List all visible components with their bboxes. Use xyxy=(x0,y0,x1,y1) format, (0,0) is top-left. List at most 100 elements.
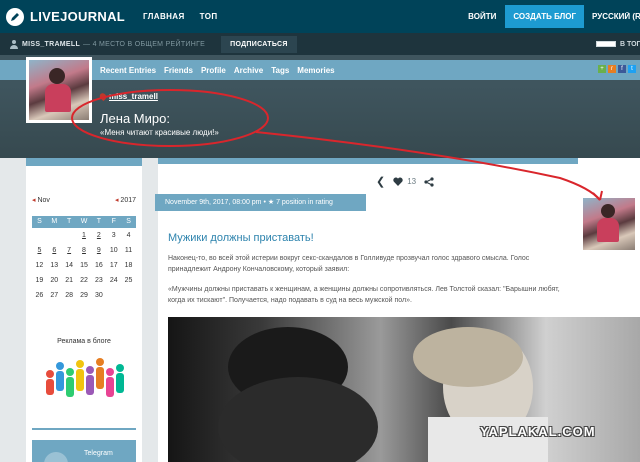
weekday-label: S xyxy=(126,218,131,225)
calendar-day: 28 xyxy=(65,292,74,299)
nav-home[interactable]: ГЛАВНАЯ xyxy=(143,12,185,21)
journal-header: Recent Entries Friends Profile Archive T… xyxy=(0,55,640,158)
twitter-icon[interactable]: t xyxy=(628,65,636,73)
people-figures xyxy=(46,358,124,397)
calendar-day[interactable]: 5 xyxy=(32,245,47,257)
telegram-widget[interactable]: Telegram xyxy=(32,440,136,462)
journal-avatar[interactable] xyxy=(26,57,92,123)
calendar-day[interactable]: 1 xyxy=(77,230,92,242)
post-paragraph-1: Наконец-то, во всей этой истерии вокруг … xyxy=(168,255,530,273)
calendar-day: 14 xyxy=(65,262,74,269)
username-link[interactable]: miss_tramell xyxy=(98,91,158,102)
calendar-day: 23 xyxy=(94,277,103,284)
post-paragraph-2: «Мужчины должны приставать к женщинам, а… xyxy=(168,286,560,304)
telegram-label: Telegram xyxy=(84,450,113,457)
top-checkbox[interactable] xyxy=(596,41,616,47)
top-right: ВОЙТИ СОЗДАТЬ БЛОГ РУССКИЙ (RU) xyxy=(468,0,640,33)
calendar-day: 17 xyxy=(109,262,118,269)
top-nav: ГЛАВНАЯ ТОП xyxy=(143,12,217,21)
calendar-day[interactable]: 6 xyxy=(47,245,62,257)
sidebar: ◂ Nov ◂ 2017 SMTWTFS 1 2 3 4 5 6 7 8 9 10 11 12 13 14… xyxy=(26,158,142,462)
journal-bar: MISS_TRAMELL — 4 МЕСТО В ОБЩЕМ РЕЙТИНГЕ … xyxy=(0,33,640,55)
heart-icon[interactable] xyxy=(393,177,403,186)
post-area: ❮ 13 November 9th, 2017, 08:00 pm • ★ 7 … xyxy=(155,158,640,462)
calendar-day: 13 xyxy=(50,262,59,269)
calendar-day: 24 xyxy=(109,277,118,284)
nav-friends[interactable]: Friends xyxy=(164,66,193,75)
user-pin-icon xyxy=(98,91,108,102)
ad-label: Реклама в блоге xyxy=(57,338,111,345)
calendar-grid: 1 2 3 4 5 6 7 8 9 10 11 12 13 14 15 16 17 18 19 20 21 22 23 24 2… xyxy=(32,230,136,302)
subscribe-button[interactable]: ПОДПИСАТЬСЯ xyxy=(221,35,297,53)
add-icon[interactable]: + xyxy=(598,65,606,73)
calendar-day: 25 xyxy=(124,277,133,284)
telegram-icon xyxy=(44,452,68,462)
nav-tags[interactable]: Tags xyxy=(271,66,289,75)
logo-text: LIVEJOURNAL xyxy=(30,9,126,24)
calendar-day[interactable]: 9 xyxy=(91,245,106,257)
calendar-day xyxy=(106,290,121,302)
calendar-day: 3 xyxy=(111,232,116,239)
calendar-day[interactable]: 2 xyxy=(91,230,106,242)
calendar-next-year[interactable]: ◂ 2017 xyxy=(115,196,136,204)
social-icons: + r f t xyxy=(598,65,636,73)
calendar-day xyxy=(47,230,62,242)
nav-top[interactable]: ТОП xyxy=(200,12,218,21)
calendar-header: ◂ Nov ◂ 2017 xyxy=(26,196,142,208)
calendar-day: 15 xyxy=(80,262,88,269)
share-icon[interactable] xyxy=(424,176,434,187)
livejournal-logo[interactable]: LIVEJOURNAL xyxy=(6,7,126,26)
journal-nav: Recent Entries Friends Profile Archive T… xyxy=(0,60,640,80)
weekday-label: S xyxy=(37,218,42,225)
calendar-prev-month[interactable]: ◂ Nov xyxy=(32,196,50,204)
calendar-day: 26 xyxy=(35,292,44,299)
chevron-left-icon: ◂ xyxy=(32,197,36,204)
post-author-avatar[interactable] xyxy=(580,195,638,253)
nav-profile[interactable]: Profile xyxy=(201,66,226,75)
blog-title: Лена Миро: xyxy=(100,111,170,126)
post-photo xyxy=(168,317,640,462)
nav-archive[interactable]: Archive xyxy=(234,66,263,75)
weekday-label: F xyxy=(111,218,116,225)
calendar-day: 11 xyxy=(124,247,133,254)
weekday-label: T xyxy=(66,218,72,225)
calendar-day xyxy=(62,230,77,242)
post-tools: ❮ 13 xyxy=(376,175,434,188)
calendar-day: 29 xyxy=(80,292,88,299)
calendar-day xyxy=(121,290,136,302)
nav-memories[interactable]: Memories xyxy=(297,66,334,75)
calendar-day: 22 xyxy=(80,277,88,284)
language-selector[interactable]: РУССКИЙ (RU) xyxy=(592,12,640,21)
weekday-label: M xyxy=(51,218,58,225)
user-icon xyxy=(10,39,18,49)
post-title[interactable]: Мужики должны приставать! xyxy=(168,232,314,244)
calendar-day: 12 xyxy=(35,262,44,269)
calendar-day: 21 xyxy=(65,277,74,284)
calendar-day: 27 xyxy=(50,292,59,299)
nav-recent-entries[interactable]: Recent Entries xyxy=(100,66,156,75)
chevron-left-icon: ◂ xyxy=(114,197,119,204)
calendar-day: 16 xyxy=(94,262,103,269)
journal-username[interactable]: MISS_TRAMELL xyxy=(22,41,80,48)
top-label: В ТОП xyxy=(620,40,640,48)
username-link-text: miss_tramell xyxy=(109,92,158,101)
prev-post-icon[interactable]: ❮ xyxy=(376,175,385,188)
calendar-day: 10 xyxy=(109,247,118,254)
blog-subtitle: «Меня читают красивые люди!» xyxy=(100,128,219,137)
photo-illustration xyxy=(218,327,548,462)
jbar-right: В ТОП xyxy=(596,33,640,55)
calendar-day: 19 xyxy=(35,277,44,284)
calendar-day[interactable]: 7 xyxy=(62,245,77,257)
people-illustration[interactable] xyxy=(42,352,126,408)
rss-icon[interactable]: r xyxy=(608,65,616,73)
calendar-day: 20 xyxy=(50,277,59,284)
facebook-icon[interactable]: f xyxy=(618,65,626,73)
calendar-day xyxy=(32,230,47,242)
post-date-tag: November 9th, 2017, 08:00 pm • ★ 7 posit… xyxy=(155,194,366,211)
calendar-day: 30 xyxy=(94,292,103,299)
create-blog-button[interactable]: СОЗДАТЬ БЛОГ xyxy=(505,5,584,28)
calendar-weekdays: SMTWTFS xyxy=(32,216,136,228)
login-link[interactable]: ВОЙТИ xyxy=(468,12,496,21)
calendar-day[interactable]: 8 xyxy=(77,245,92,257)
likes-count: 13 xyxy=(407,177,417,186)
